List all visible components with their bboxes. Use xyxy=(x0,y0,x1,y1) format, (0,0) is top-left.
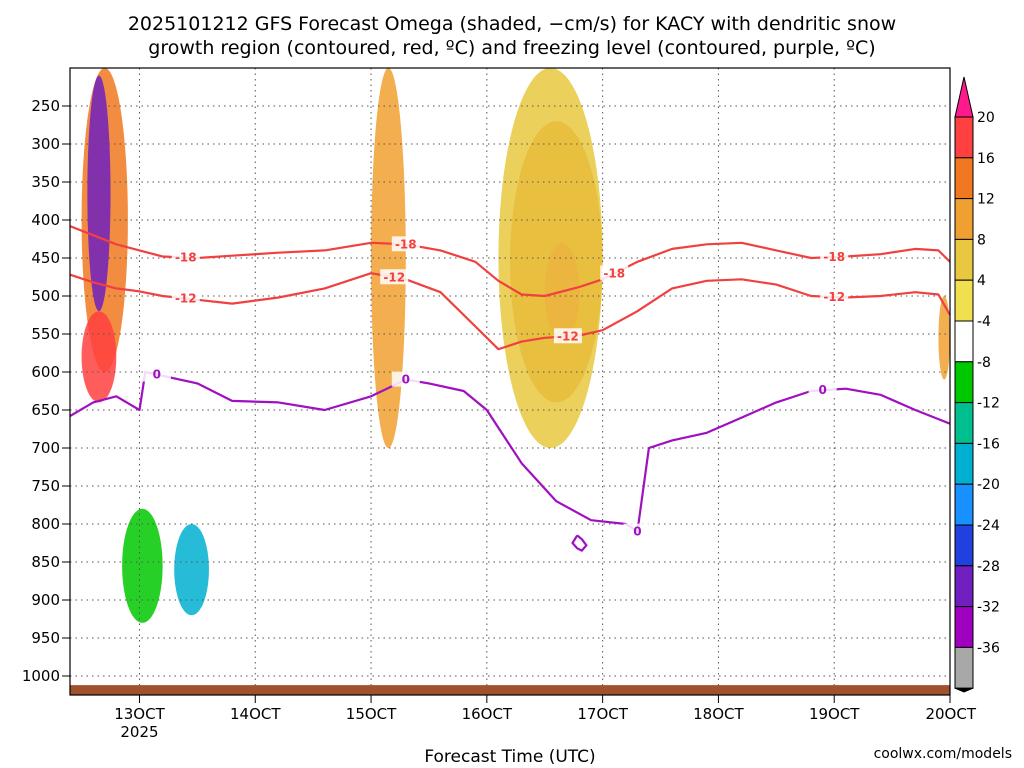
x-tick-label: 16OCT xyxy=(462,705,513,723)
colorbar-box xyxy=(954,157,974,200)
contour-label: 0 xyxy=(402,373,410,387)
y-axis: 250 300 350 400 450 500 550 600 650 700 750 800 850 9… xyxy=(22,97,70,685)
y-tick-label: 750 xyxy=(31,477,60,495)
colorbar-box xyxy=(954,524,974,567)
contour-label: -18 xyxy=(395,237,417,251)
colorbar-box xyxy=(954,483,974,526)
y-tick-label: 250 xyxy=(31,97,60,115)
contour-label: 0 xyxy=(153,368,161,382)
contour-label: -12 xyxy=(383,270,405,284)
omega-region-1 xyxy=(87,75,111,312)
colorbar-label: 16 xyxy=(977,151,995,167)
y-tick-label: 300 xyxy=(31,135,60,153)
colorbar-box xyxy=(954,116,974,159)
colorbar-box xyxy=(954,402,974,444)
contour-label: -18 xyxy=(603,266,625,280)
omega-region-13 xyxy=(938,296,950,380)
colorbar-bottom-triangle xyxy=(954,687,974,693)
omega-region-4 xyxy=(174,524,209,616)
colorbar-label: -20 xyxy=(977,477,1000,493)
contour-label: -12 xyxy=(175,292,197,306)
omega-region-7 xyxy=(452,68,487,236)
y-tick-label: 450 xyxy=(31,249,60,267)
x-tick-label: 20OCT xyxy=(925,705,976,723)
colorbar-box xyxy=(954,565,974,608)
y-tick-label: 550 xyxy=(31,325,60,343)
y-tick-label: 900 xyxy=(31,591,60,609)
contour-label: -18 xyxy=(823,250,845,264)
colorbar-label: 12 xyxy=(977,192,995,208)
contour-label: 0 xyxy=(818,383,826,397)
y-tick-label: 1000 xyxy=(22,667,60,685)
colorbar-box xyxy=(954,198,974,240)
colorbar-label: -12 xyxy=(977,396,1000,412)
omega-region-12 xyxy=(938,379,950,479)
x-axis-title: Forecast Time (UTC) xyxy=(424,747,595,767)
y-tick-label: 400 xyxy=(31,211,60,229)
y-tick-label: 600 xyxy=(31,363,60,381)
colorbar-label: -16 xyxy=(977,436,1000,452)
x-tick-label: 13OCT xyxy=(114,705,165,723)
x-tick-sublabel: 2025 xyxy=(120,723,158,741)
contour-label: 0 xyxy=(633,525,641,539)
terrain-band xyxy=(70,685,950,695)
chart-title-line-2: growth region (contoured, red, ºC) and f… xyxy=(148,37,875,59)
colorbar-label: -4 xyxy=(977,314,991,330)
y-tick-label: 850 xyxy=(31,553,60,571)
omega-time-height-chart: 2025101212 GFS Forecast Omega (shaded, −… xyxy=(22,13,1012,767)
colorbar-box xyxy=(954,646,974,689)
y-tick-label: 700 xyxy=(31,439,60,457)
plot-area: -18 -18 -18 -18 -12 -12 -12 -12 0 0 0 0 xyxy=(69,67,951,696)
colorbar-box xyxy=(954,606,974,648)
y-tick-label: 800 xyxy=(31,515,60,533)
colorbar-box xyxy=(954,442,974,485)
colorbar-label: 4 xyxy=(977,273,986,289)
colorbar: 20 16 12 8 4 -4 -8 -12 -16 -20 -24 -28 -32 -36 xyxy=(954,76,1000,693)
colorbar-label: -8 xyxy=(977,355,991,371)
colorbar-label: -28 xyxy=(977,559,1000,575)
omega-region-3 xyxy=(122,508,163,623)
contour-label: -12 xyxy=(823,290,845,304)
colorbar-box xyxy=(954,361,974,404)
contour-label: -12 xyxy=(557,329,579,343)
x-tick-label: 14OCT xyxy=(230,705,281,723)
colorbar-box xyxy=(954,279,974,322)
y-tick-label: 350 xyxy=(31,173,60,191)
colorbar-label: 8 xyxy=(977,232,986,248)
x-tick-label: 17OCT xyxy=(577,705,628,723)
colorbar-label: -24 xyxy=(977,518,1000,534)
y-tick-label: 950 xyxy=(31,629,60,647)
terrain-layer xyxy=(70,685,950,695)
colorbar-label: -36 xyxy=(977,640,1000,656)
watermark: coolwx.com/models xyxy=(874,746,1012,762)
colorbar-top-triangle xyxy=(954,76,974,118)
colorbar-box xyxy=(954,238,974,281)
omega-region-2 xyxy=(81,311,117,403)
colorbar-box xyxy=(954,320,974,363)
contour-label: -18 xyxy=(175,250,197,264)
chart-title-line-1: 2025101212 GFS Forecast Omega (shaded, −… xyxy=(128,13,896,35)
x-tick-label: 19OCT xyxy=(809,705,860,723)
colorbar-label: -32 xyxy=(977,600,1000,616)
y-tick-label: 500 xyxy=(31,287,60,305)
omega-region-11 xyxy=(868,98,893,137)
x-axis: 13OCT2025 14OCT 15OCT 16OCT 17OCT 18OCT 19OCT 2… xyxy=(114,695,977,741)
colorbar-label: 20 xyxy=(977,110,995,126)
x-tick-label: 15OCT xyxy=(346,705,397,723)
x-tick-label: 18OCT xyxy=(693,705,744,723)
y-tick-label: 650 xyxy=(31,401,60,419)
